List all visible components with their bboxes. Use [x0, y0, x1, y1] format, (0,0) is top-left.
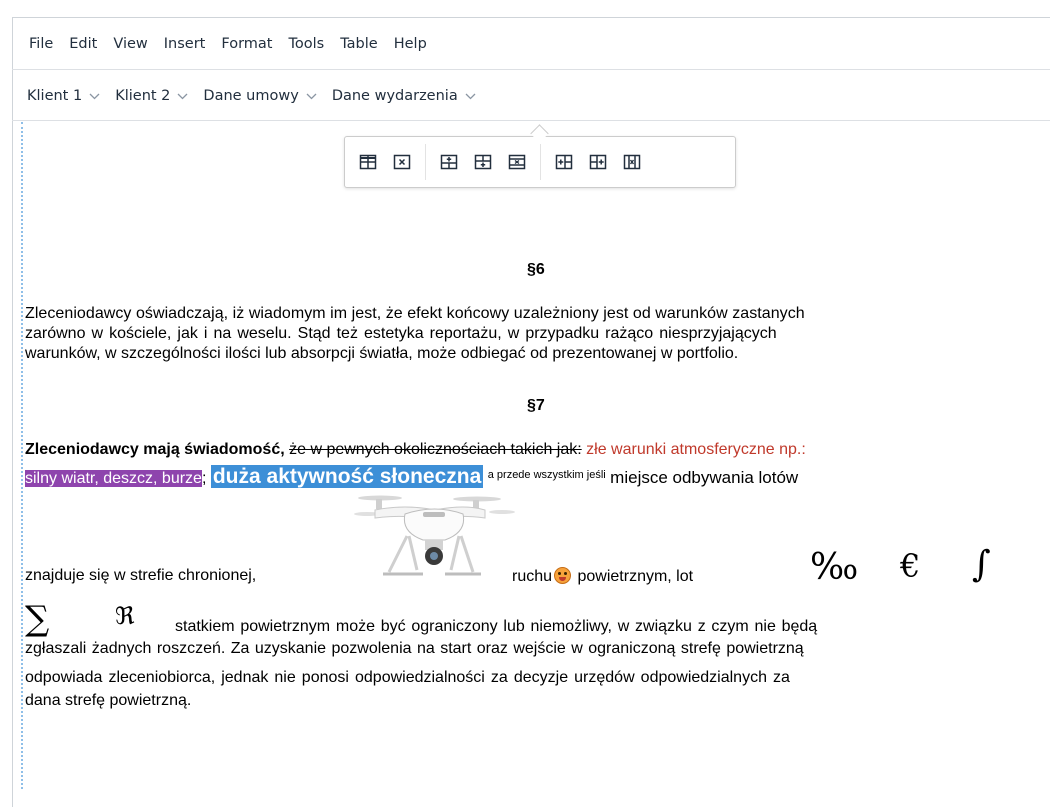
- dropdown-label: Dane umowy: [203, 87, 299, 104]
- insert-column-before-icon[interactable]: [547, 145, 581, 179]
- paragraph-7-line-5: zgłaszali żadnych roszczeń. Za uzyskanie…: [25, 640, 804, 657]
- row-group: [425, 144, 540, 180]
- menubar: File Edit View Insert Format Tools Table…: [12, 18, 1050, 70]
- chevron-down-icon: [306, 88, 317, 104]
- red-text: złe warunki atmosferyczne np.:: [586, 441, 806, 458]
- section-heading-6: §6: [527, 261, 545, 278]
- permille-symbol: ‰: [810, 547, 859, 588]
- dropdown-label: Klient 1: [27, 87, 83, 104]
- menu-tools[interactable]: Tools: [288, 36, 324, 52]
- menu-view[interactable]: View: [113, 36, 147, 52]
- insert-row-after-icon[interactable]: [466, 145, 500, 179]
- tongue-face-emoji-icon: [554, 567, 572, 584]
- sigma-symbol: ∑: [25, 599, 50, 639]
- section-heading-7: §7: [527, 397, 545, 414]
- dropdown-label: Klient 2: [115, 87, 171, 104]
- table-properties-icon[interactable]: [351, 145, 385, 179]
- delete-column-icon[interactable]: [615, 145, 649, 179]
- toolbar: Klient 1 Klient 2 Dane umowy Dane wydarz…: [12, 71, 1050, 121]
- drone-image[interactable]: [345, 492, 515, 587]
- paragraph-7-line-2: silny wiatr, deszcz, burze; duża aktywno…: [25, 465, 798, 489]
- paragraph-7-line-3a: znajduje się w strefie chronionej,: [25, 567, 257, 584]
- table-context-toolbar: [344, 136, 736, 188]
- blue-highlight-text: duża aktywność słoneczna: [210, 465, 484, 488]
- paragraph-6-line-3: warunków, w szczególności ilości lub abs…: [25, 345, 739, 362]
- paragraph-6-line-1: Zleceniodawcy oświadczają, iż wiadomym i…: [25, 305, 805, 322]
- paragraph-7-rest: miejsce odbywania lotów: [610, 468, 799, 487]
- dropdown-dane-umowy[interactable]: Dane umowy: [203, 87, 317, 104]
- dropdown-klient-2[interactable]: Klient 2: [115, 88, 188, 104]
- powietrznym-text: powietrznym, lot: [577, 568, 694, 585]
- document-body[interactable]: §6 Zleceniodawcy oświadczają, iż wiadomy…: [25, 122, 1050, 789]
- delete-table-icon[interactable]: [385, 145, 419, 179]
- paragraph-7-line-7: dana strefę powietrzną.: [25, 692, 192, 709]
- dropdown-dane-wydarzenia[interactable]: Dane wydarzenia: [332, 88, 476, 104]
- paragraph-6-line-2: zarówno w kościele, jak i na weselu. Stą…: [25, 325, 777, 342]
- small-text: a przede wszystkim jeśli: [487, 469, 606, 481]
- paragraph-7-line-1: Zleceniodawcy mają świadomość, że w pewn…: [25, 441, 806, 459]
- dropdown-label: Dane wydarzenia: [331, 87, 458, 104]
- insert-row-before-icon[interactable]: [432, 145, 466, 179]
- table-group: [345, 144, 425, 180]
- dropdown-klient-1[interactable]: Klient 1: [27, 88, 100, 104]
- menu-insert[interactable]: Insert: [164, 36, 206, 52]
- menu-help[interactable]: Help: [394, 36, 427, 52]
- menu-file[interactable]: File: [29, 36, 53, 52]
- chevron-down-icon: [177, 88, 188, 104]
- menu-edit[interactable]: Edit: [69, 36, 97, 52]
- chevron-down-icon: [89, 88, 100, 104]
- paragraph-7-line-3b: ruchu powietrznym, lot: [512, 567, 693, 586]
- ruchu-text: ruchu: [512, 568, 553, 585]
- column-group: [540, 144, 655, 180]
- purple-highlight-text: silny wiatr, deszcz, burze: [25, 470, 202, 487]
- insert-column-after-icon[interactable]: [581, 145, 615, 179]
- strikethrough-text: że w pewnych okolicznościach takich jak:: [289, 441, 582, 458]
- paragraph-7-line-6: odpowiada zleceniobiorca, jednak nie pon…: [25, 669, 790, 686]
- menu-format[interactable]: Format: [221, 36, 272, 52]
- semicolon: ;: [201, 470, 207, 487]
- paragraph-7-line-4: statkiem powietrznym może być ograniczon…: [175, 618, 818, 635]
- bold-text: Zleceniodawcy mają świadomość,: [25, 441, 285, 458]
- integral-symbol: ∫: [972, 544, 991, 585]
- fraktur-r-symbol: ℜ: [115, 602, 135, 630]
- menu-table[interactable]: Table: [340, 36, 378, 52]
- euro-symbol: €: [900, 547, 921, 585]
- chevron-down-icon: [465, 88, 476, 104]
- delete-row-icon[interactable]: [500, 145, 534, 179]
